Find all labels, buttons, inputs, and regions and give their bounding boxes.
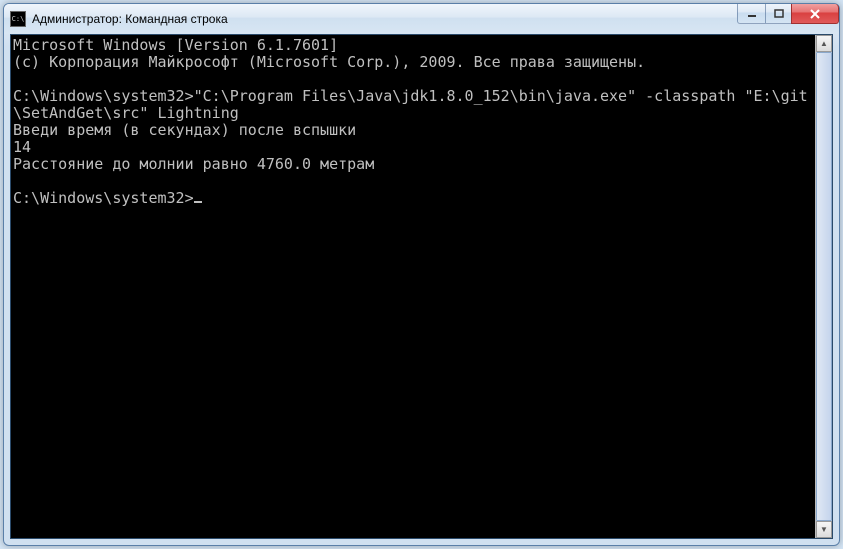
client-area: Microsoft Windows [Version 6.1.7601] (c)… [10,34,833,539]
terminal-output[interactable]: Microsoft Windows [Version 6.1.7601] (c)… [11,35,815,538]
cursor [194,201,202,203]
cmd-icon: C:\ [10,11,26,27]
maximize-button[interactable] [765,4,792,24]
scroll-track[interactable] [816,52,832,521]
output-line: Введи время (в секундах) после вспышки [13,121,356,139]
output-line: Расстояние до молнии равно 4760.0 метрам [13,155,374,173]
window-controls [738,4,839,34]
titlebar[interactable]: C:\ Администратор: Командная строка [4,4,839,34]
output-line: Microsoft Windows [Version 6.1.7601] [13,36,338,54]
output-line: C:\Windows\system32>"C:\Program Files\Ja… [13,87,808,122]
scroll-up-button[interactable]: ▲ [816,35,832,52]
scroll-down-button[interactable]: ▼ [816,521,832,538]
scroll-thumb[interactable] [816,52,832,521]
output-line: (c) Корпорация Майкрософт (Microsoft Cor… [13,53,645,71]
minimize-button[interactable] [737,4,766,24]
command-prompt-window: C:\ Администратор: Командная строка Micr… [3,3,840,546]
window-title: Администратор: Командная строка [32,12,738,26]
vertical-scrollbar[interactable]: ▲ ▼ [815,35,832,538]
output-line: 14 [13,138,31,156]
close-button[interactable] [791,4,839,24]
prompt-line: C:\Windows\system32> [13,189,194,207]
